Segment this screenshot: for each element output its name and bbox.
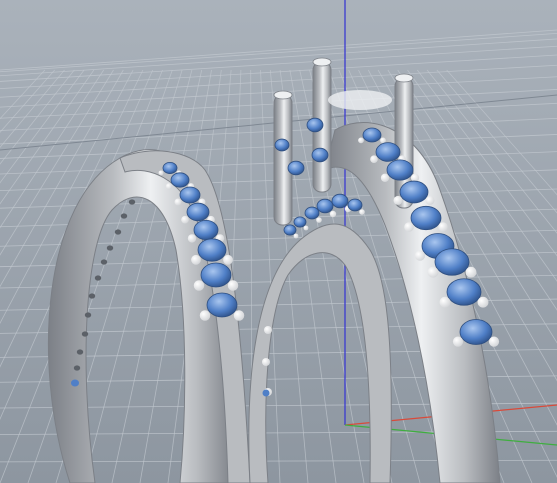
prong-bead (223, 254, 233, 265)
prong-tip (312, 57, 332, 67)
3d-viewport[interactable] (0, 0, 557, 483)
prong-bead (488, 336, 500, 347)
prong-bead (329, 210, 337, 218)
prong-bead (264, 326, 272, 334)
gem-stone (304, 206, 320, 220)
band-hole (100, 259, 108, 265)
band-hole (106, 245, 114, 251)
prong-bead (199, 310, 211, 321)
band-hole (88, 293, 96, 299)
gem-stone (162, 161, 178, 174)
prong-bead (427, 266, 439, 278)
prong-bead (262, 358, 270, 366)
prong-bead (477, 296, 489, 308)
prong-tip (273, 90, 293, 100)
prong-bead (404, 222, 414, 232)
gem-stone (293, 216, 307, 228)
gem-stone (331, 193, 349, 209)
center-stone-seat (328, 90, 392, 110)
prong-bead (359, 209, 365, 215)
prong-bead (414, 250, 426, 261)
prong-bead (158, 170, 164, 176)
prong-bead (370, 155, 378, 164)
band-hole (84, 312, 92, 318)
gem-stone (197, 238, 227, 262)
prong-bead (380, 173, 390, 182)
prong-bead (181, 215, 189, 224)
gem-stone (446, 278, 482, 306)
gem-stone (434, 248, 470, 276)
gem-stone (306, 117, 324, 133)
prong-bead (165, 183, 173, 190)
gem-stone (193, 219, 219, 240)
band-hole (73, 365, 81, 371)
scene-render[interactable] (0, 0, 557, 483)
prong-bead (174, 198, 182, 206)
prong-bead (452, 336, 464, 347)
gem-stone (186, 202, 210, 222)
prong-bead (425, 195, 435, 205)
prong-bead (393, 195, 403, 205)
gem-stone (347, 198, 363, 212)
prong-bead (193, 280, 205, 291)
prong-bead (233, 310, 245, 321)
gem-stone (274, 138, 290, 152)
prong-bead (439, 296, 451, 308)
band-hole (128, 199, 136, 205)
prong-bead (303, 225, 309, 231)
gem-stone (170, 172, 190, 188)
prong-bead (191, 254, 201, 265)
prong-bead (293, 233, 299, 239)
gem-stone (459, 319, 493, 345)
gem-stone (283, 224, 297, 236)
gem-stone (316, 198, 334, 214)
gem-stone (262, 389, 270, 397)
band-hole-gem (71, 379, 79, 387)
head-prong (273, 94, 293, 226)
gem-stone (206, 292, 238, 318)
prong-tip (394, 73, 414, 83)
prong-bead (358, 137, 364, 144)
prong-bead (316, 217, 322, 223)
gem-stone (362, 127, 382, 143)
gem-stone (410, 205, 442, 231)
prong-bead (227, 280, 239, 291)
band-hole (81, 331, 89, 337)
gem-stone (179, 186, 201, 204)
gem-stone (287, 160, 305, 176)
prong-bead (187, 234, 197, 243)
gem-stone (399, 180, 429, 204)
band-hole (76, 349, 84, 355)
prong-bead (465, 266, 477, 278)
prong-bead (438, 222, 448, 232)
band-hole (120, 213, 128, 219)
gem-stone (311, 147, 329, 163)
gem-stone (200, 262, 232, 288)
band-hole (94, 275, 102, 281)
prong-bead (380, 137, 386, 144)
gem-stone (375, 142, 401, 162)
band-hole (114, 229, 122, 235)
gem-stone (386, 159, 414, 181)
